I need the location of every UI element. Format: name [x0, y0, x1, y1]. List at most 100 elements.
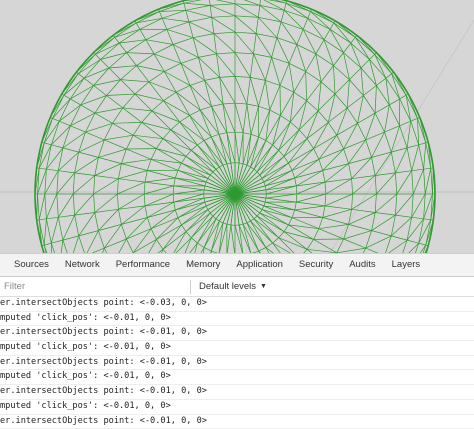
wire-edge [184, 3, 210, 5]
wire-edge [372, 231, 392, 236]
wire-edge [273, 238, 279, 243]
wire-edge [235, 132, 243, 133]
wire-edge [375, 105, 389, 113]
wire-edge [243, 134, 251, 164]
wire-edge [323, 206, 325, 218]
tab-application[interactable]: Application [228, 254, 290, 276]
wire-edge [295, 206, 325, 210]
tab-security[interactable]: Security [291, 254, 341, 276]
wire-edge [325, 206, 352, 209]
wire-edge [147, 202, 173, 217]
wire-edge [211, 221, 219, 251]
wire-edge [227, 133, 235, 163]
wire-edge [256, 17, 258, 33]
wire-edge [389, 99, 399, 105]
wire-edge [352, 194, 377, 209]
wire-edge [205, 77, 220, 80]
wire-edge [424, 168, 431, 169]
wire-edge [239, 224, 243, 225]
wire-edge [251, 106, 259, 134]
wire-edge [59, 240, 63, 253]
wire-edge [174, 186, 204, 190]
wire-edge [204, 198, 205, 202]
log-levels-dropdown[interactable]: Default levels ▼ [199, 281, 267, 292]
wire-edge [109, 68, 121, 80]
wire-edge [351, 37, 356, 43]
tab-memory[interactable]: Memory [178, 254, 228, 276]
wire-edge [235, 4, 258, 17]
wire-edge [270, 85, 280, 110]
wire-edge [277, 22, 281, 38]
wire-edge [175, 202, 205, 210]
wire-edge [193, 34, 214, 38]
wire-edge [295, 178, 297, 186]
wire-edge [258, 5, 260, 17]
wire-edge [321, 82, 335, 94]
wire-edge [385, 126, 400, 132]
wire-edge [247, 165, 251, 167]
wire-edge [219, 224, 227, 253]
wire-edge [140, 29, 146, 39]
wire-edge [400, 95, 406, 99]
tab-sources[interactable]: Sources [2, 254, 57, 276]
wire-edge [44, 243, 51, 245]
wire-edge [46, 169, 58, 171]
wire-edge [344, 231, 372, 239]
wire-edge [376, 78, 386, 85]
tab-layers[interactable]: Layers [384, 254, 429, 276]
wire-edge [212, 17, 235, 32]
wire-edge [78, 74, 84, 79]
wire-edge [376, 173, 395, 194]
wire-edge [366, 140, 372, 158]
wire-edge [58, 215, 74, 217]
console-message: mputed 'click_pos': <-0.01, 0, 0> [0, 312, 474, 327]
wire-edge [349, 224, 372, 230]
3d-viewport[interactable] [0, 0, 474, 253]
wire-edge [262, 178, 264, 182]
wire-edge [372, 157, 376, 175]
wire-edge [205, 182, 206, 186]
wire-edge [86, 231, 99, 253]
wire-edge [279, 150, 284, 156]
wire-edge [86, 132, 105, 140]
wire-edge [335, 94, 347, 108]
wire-edge [113, 239, 127, 253]
wire-edge [163, 139, 191, 151]
wire-edge [212, 106, 227, 132]
wire-edge [296, 171, 322, 186]
wire-edge [115, 23, 137, 37]
wire-edge [182, 163, 208, 178]
wire-edge [186, 5, 210, 10]
wire-edge [197, 141, 204, 146]
wireframe-sphere [0, 0, 474, 253]
wire-edge [223, 164, 227, 165]
wire-edge [63, 148, 79, 152]
wire-edge [214, 32, 235, 33]
tab-network[interactable]: Network [57, 254, 108, 276]
wire-edge [395, 194, 396, 215]
wire-edge [162, 18, 189, 22]
wire-edge [204, 137, 211, 141]
wire-edge [265, 80, 269, 110]
wire-edge [144, 194, 145, 206]
wire-edge [407, 148, 412, 171]
wire-edge [361, 68, 363, 96]
wire-edge [216, 167, 219, 169]
wire-edge [145, 171, 147, 183]
wire-edge [295, 202, 297, 210]
wire-edge [265, 186, 266, 190]
wire-edge [296, 186, 297, 194]
wire-edge [63, 132, 86, 148]
tab-performance[interactable]: Performance [108, 254, 178, 276]
wire-edge [424, 219, 431, 220]
wire-edge [217, 53, 236, 54]
wire-edge [206, 178, 208, 182]
filter-input[interactable] [2, 279, 190, 294]
tab-audits[interactable]: Audits [341, 254, 383, 276]
wire-edge [284, 225, 289, 232]
wire-edge [182, 225, 187, 232]
wire-edge [126, 218, 147, 240]
wire-edge [75, 173, 95, 176]
wire-edge [200, 110, 211, 137]
wire-edge [156, 149, 186, 157]
